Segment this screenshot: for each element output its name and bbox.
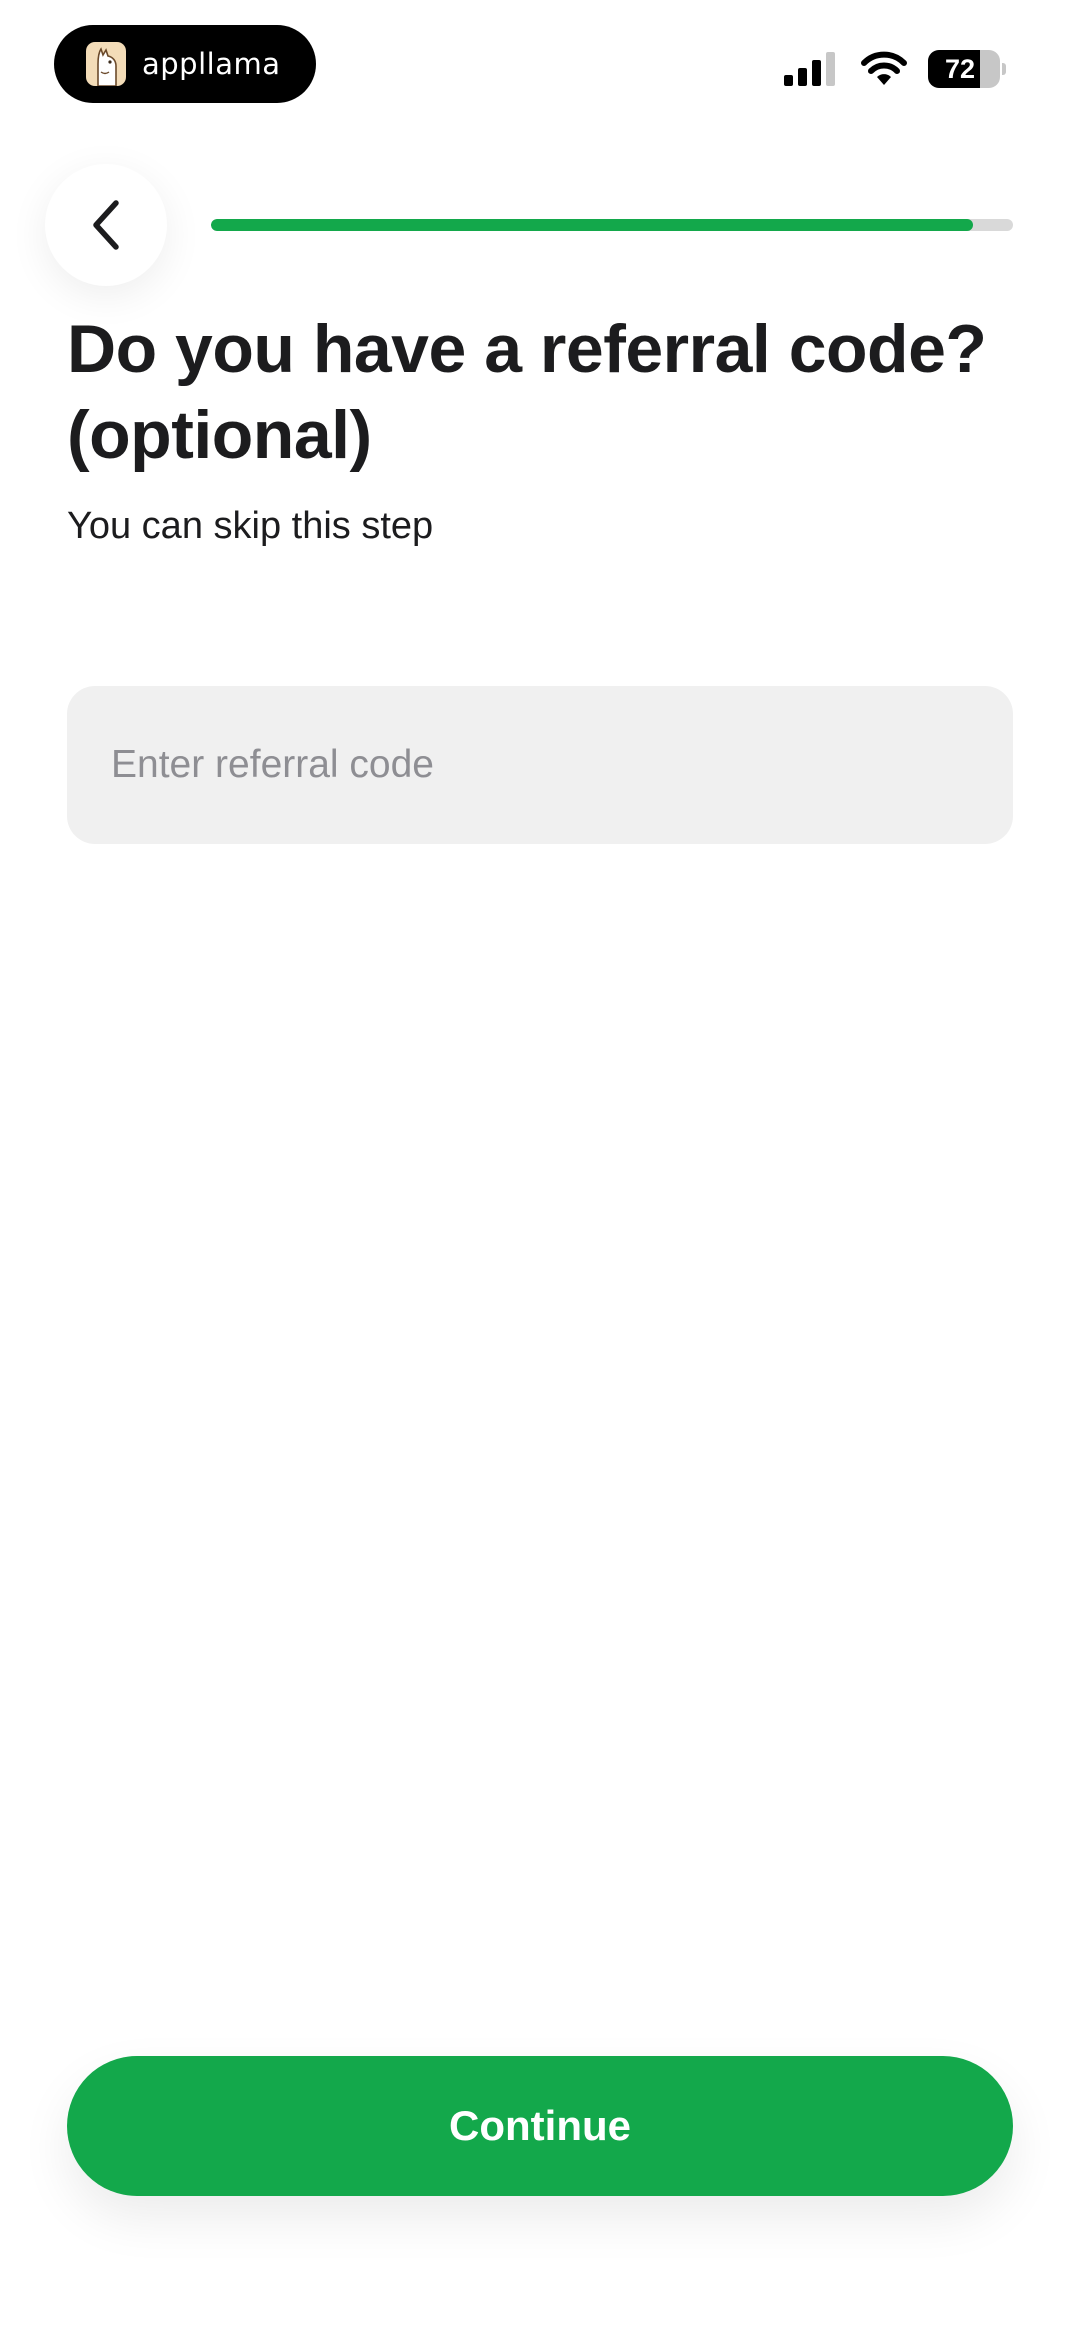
progress-bar (211, 219, 1013, 231)
wifi-icon (861, 51, 907, 85)
continue-button[interactable]: Continue (67, 2056, 1013, 2196)
progress-fill (211, 219, 973, 231)
referral-code-input[interactable] (67, 686, 1013, 844)
chevron-left-icon (93, 200, 119, 250)
llama-logo-icon (86, 42, 126, 86)
battery-icon: 72 (928, 50, 1006, 88)
cellular-signal-icon (784, 52, 835, 86)
battery-level: 72 (944, 54, 976, 84)
status-bar: appllama 72 (0, 0, 1080, 150)
page-subtitle: You can skip this step (67, 505, 434, 547)
back-button[interactable] (45, 164, 167, 286)
app-pill[interactable]: appllama (54, 25, 316, 103)
status-icons: 72 (784, 50, 1006, 88)
page-title: Do you have a referral code? (optional) (67, 311, 987, 473)
app-name: appllama (142, 47, 281, 81)
